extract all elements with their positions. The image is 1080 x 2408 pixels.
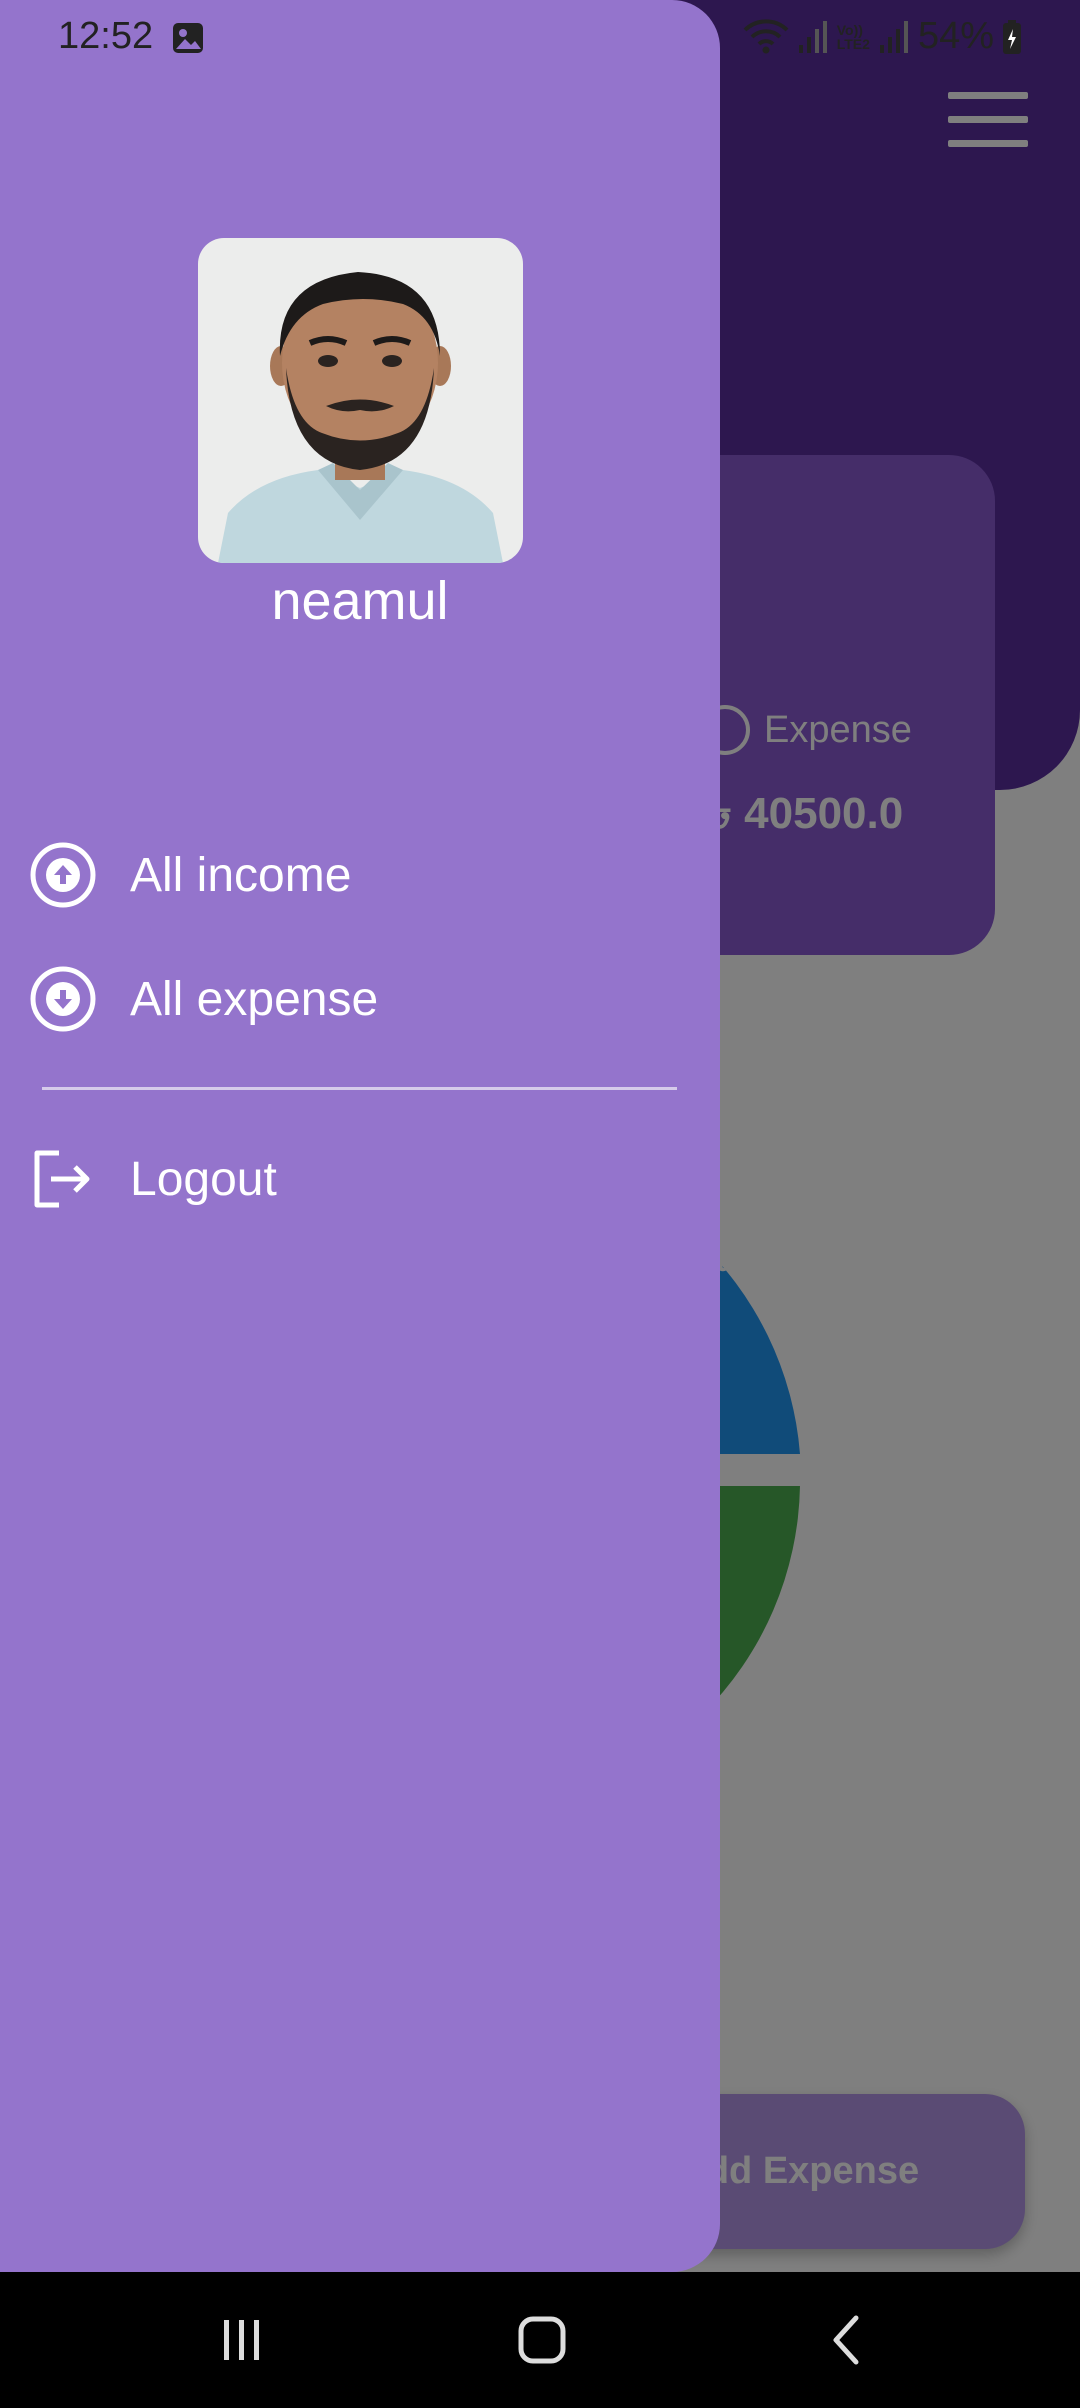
logout-icon [28, 1144, 98, 1214]
arrow-up-circle-icon [28, 840, 98, 910]
signal-icon [798, 20, 827, 53]
menu-item-all-income[interactable]: All income [28, 835, 668, 915]
lte-indicator: Vo)) LTE2 [837, 23, 870, 51]
arrow-down-circle-icon [28, 964, 98, 1034]
lte-label: LTE2 [836, 35, 870, 52]
avatar [198, 238, 523, 563]
status-indicators: Vo)) LTE2 54% [743, 15, 1022, 58]
menu-divider [42, 1087, 677, 1090]
menu-item-all-expense[interactable]: All expense [28, 959, 668, 1039]
gallery-notification-icon [173, 23, 203, 53]
profile-photo [198, 238, 523, 563]
menu-item-label: All expense [130, 972, 379, 1026]
wifi-icon [743, 18, 789, 53]
menu-item-label: Logout [130, 1152, 277, 1206]
status-bar: 12:52 Vo)) LTE2 54% [0, 0, 1080, 72]
back-icon[interactable] [818, 2310, 878, 2370]
user-name: neamul [271, 571, 449, 631]
signal-icon-2 [879, 20, 908, 53]
menu-item-logout[interactable]: Logout [28, 1139, 668, 1219]
recents-icon[interactable] [212, 2310, 272, 2370]
navigation-drawer: neamul All income All expense Logout [0, 0, 720, 2272]
menu-item-label: All income [130, 848, 352, 902]
home-icon[interactable] [512, 2310, 572, 2370]
battery-icon [1003, 19, 1021, 54]
system-nav-bar [0, 2272, 1080, 2408]
battery-percent: 54% [917, 15, 994, 57]
volte-label: Vo)) [836, 21, 863, 38]
status-time: 12:52 [58, 15, 154, 57]
